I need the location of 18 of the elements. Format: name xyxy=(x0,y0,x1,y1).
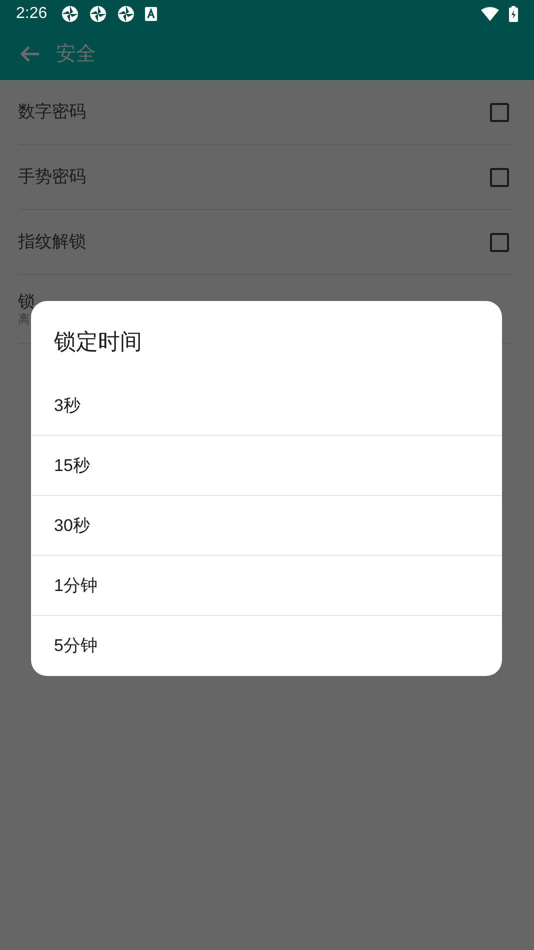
keyboard-icon xyxy=(145,7,158,21)
wifi-icon xyxy=(481,7,499,21)
notification-icon xyxy=(61,5,80,23)
checkbox[interactable] xyxy=(490,168,509,186)
page-title: 安全 xyxy=(56,42,96,67)
dialog-option[interactable]: 3秒 xyxy=(31,376,502,436)
status-time: 2:26 xyxy=(16,4,48,24)
dialog-option[interactable]: 15秒 xyxy=(31,436,502,496)
dialog-option[interactable]: 1分钟 xyxy=(31,556,502,616)
notification-icon xyxy=(89,5,108,23)
dialog-title: 锁定时间 xyxy=(53,328,143,356)
notification-icon xyxy=(117,5,136,23)
checkbox[interactable] xyxy=(490,102,509,122)
dialog-option[interactable]: 5分钟 xyxy=(31,616,502,676)
back-arrow-icon[interactable] xyxy=(20,45,40,63)
dialog-option[interactable]: 30秒 xyxy=(31,496,502,556)
battery-icon xyxy=(509,6,518,22)
checkbox[interactable] xyxy=(490,232,509,252)
